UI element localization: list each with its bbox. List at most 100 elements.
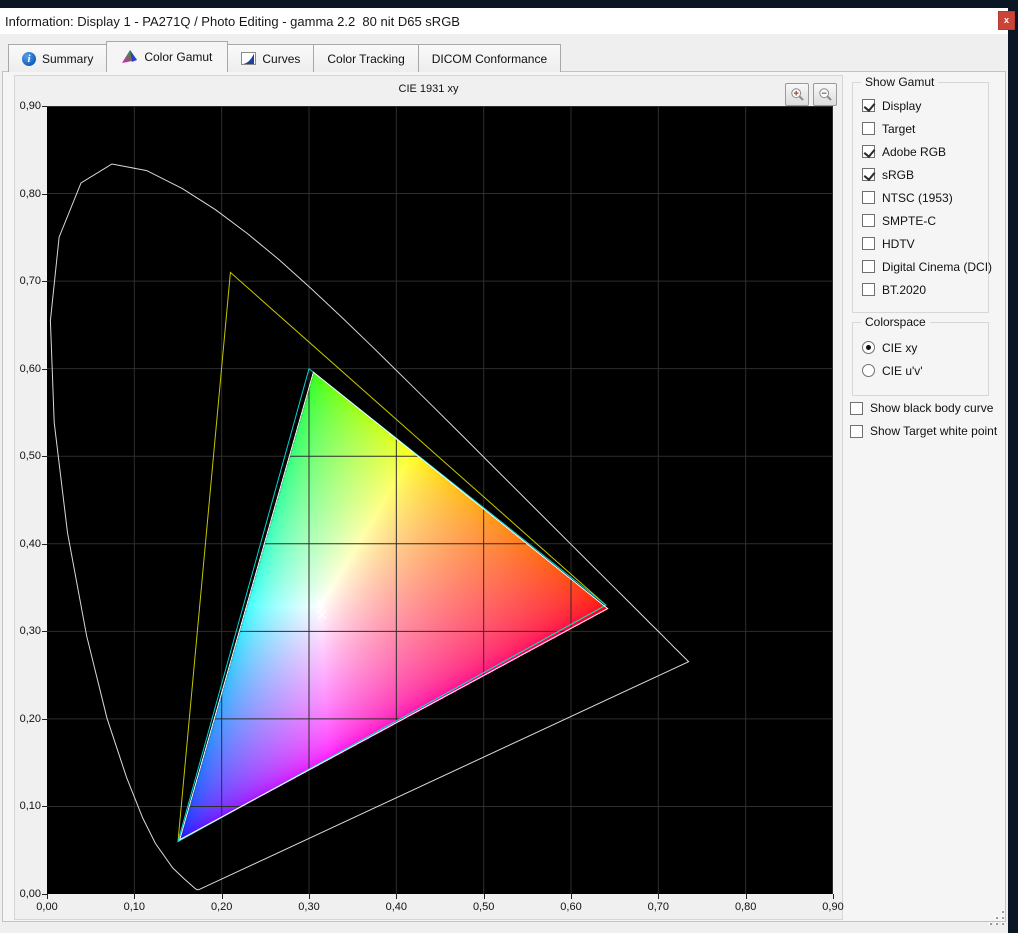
checkbox-label: Digital Cinema (DCI) <box>882 260 992 274</box>
checkbox <box>862 260 875 273</box>
white-point-marker-display-white <box>315 598 323 606</box>
checkbox-adobe-rgb[interactable]: Adobe RGB <box>862 145 984 158</box>
x-axis-tick <box>47 894 48 899</box>
window-titlebar[interactable]: Information: Display 1 - PA271Q / Photo … <box>0 8 1008 34</box>
zoom-in-icon <box>790 87 805 102</box>
y-axis-tick-label: 0,70 <box>15 275 41 287</box>
checkbox <box>862 191 875 204</box>
zoom-out-button[interactable] <box>813 83 837 106</box>
zoom-out-icon <box>818 87 833 102</box>
x-axis-tick-label: 0,50 <box>469 901 499 913</box>
y-axis-tick <box>42 456 47 457</box>
radio-cie-xy[interactable]: CIE xy <box>862 341 984 354</box>
gamut-plot-area[interactable] <box>47 106 833 894</box>
checkbox <box>850 402 863 415</box>
x-axis-tick-label: 0,40 <box>381 901 411 913</box>
checkbox <box>862 145 875 158</box>
radio-cie-uv[interactable]: CIE u'v' <box>862 364 984 377</box>
y-axis-tick-label: 0,10 <box>15 800 41 812</box>
checkbox-srgb[interactable]: sRGB <box>862 168 984 181</box>
x-axis-tick-label: 0,90 <box>818 901 848 913</box>
x-axis-tick-label: 0,00 <box>32 901 62 913</box>
checkbox-label: sRGB <box>882 168 914 182</box>
checkbox-label: Show Target white point <box>870 424 997 438</box>
spectral-locus <box>50 164 688 890</box>
y-axis-tick-label: 0,80 <box>15 188 41 200</box>
gamut-triangle-icon <box>122 50 138 64</box>
tab-dicom-conformance[interactable]: DICOM Conformance <box>418 44 561 72</box>
y-axis-tick <box>42 106 47 107</box>
checkbox-ntsc[interactable]: NTSC (1953) <box>862 191 984 204</box>
group-label: Colorspace <box>861 315 930 329</box>
tab-label: Summary <box>42 52 93 66</box>
checkbox <box>862 122 875 135</box>
y-axis-tick <box>42 369 47 370</box>
chromaticity-chart: CIE 1931 xy 0,000,100,200,300,400,500,60… <box>14 75 843 920</box>
window-right-border <box>1008 0 1018 933</box>
checkbox-label: NTSC (1953) <box>882 191 953 205</box>
checkbox-digital-cinema[interactable]: Digital Cinema (DCI) <box>862 260 984 273</box>
window-top-border <box>0 0 1018 8</box>
checkbox-label: SMPTE-C <box>882 214 936 228</box>
y-axis-tick-label: 0,90 <box>15 100 41 112</box>
checkbox-hdtv[interactable]: HDTV <box>862 237 984 250</box>
checkbox <box>862 168 875 181</box>
curves-icon <box>241 52 256 65</box>
y-axis-tick-label: 0,30 <box>15 625 41 637</box>
tab-bar: i Summary Color Gamut Curves <box>8 41 560 72</box>
checkbox-target[interactable]: Target <box>862 122 984 135</box>
checkbox-bt2020[interactable]: BT.2020 <box>862 283 984 296</box>
zoom-in-button[interactable] <box>785 83 809 106</box>
tab-color-tracking[interactable]: Color Tracking <box>313 44 418 72</box>
y-axis-tick <box>42 719 47 720</box>
gamut-outline-srgb <box>178 369 606 842</box>
gamut-outline-adobe-rgb <box>178 272 606 841</box>
radio-button <box>862 364 875 377</box>
white-point-marker-target-white <box>318 610 326 618</box>
close-button[interactable]: x <box>998 11 1015 30</box>
gamut-outline-display <box>180 372 608 840</box>
y-axis-tick <box>42 806 47 807</box>
checkbox-smpte-c[interactable]: SMPTE-C <box>862 214 984 227</box>
x-axis-tick-label: 0,80 <box>731 901 761 913</box>
checkbox <box>862 99 875 112</box>
y-axis-tick-label: 0,20 <box>15 713 41 725</box>
tab-color-gamut[interactable]: Color Gamut <box>106 41 228 72</box>
show-gamut-group: Show Gamut Display Target Adobe RGB sRGB… <box>852 82 989 313</box>
x-axis-tick <box>658 894 659 899</box>
radio-button <box>862 341 875 354</box>
checkbox-label: Display <box>882 99 921 113</box>
tab-label: Color Tracking <box>327 52 404 66</box>
checkbox-target-white-point[interactable]: Show Target white point <box>850 424 997 438</box>
x-axis-tick-label: 0,60 <box>556 901 586 913</box>
y-axis-tick <box>42 631 47 632</box>
y-axis-tick-label: 0,60 <box>15 363 41 375</box>
y-axis-tick <box>42 544 47 545</box>
checkbox <box>862 214 875 227</box>
x-axis-tick <box>134 894 135 899</box>
info-icon: i <box>22 52 36 66</box>
checkbox-label: Adobe RGB <box>882 145 946 159</box>
tab-curves[interactable]: Curves <box>227 44 314 72</box>
checkbox-label: BT.2020 <box>882 283 926 297</box>
y-axis-tick-label: 0,40 <box>15 538 41 550</box>
x-axis-tick <box>484 894 485 899</box>
resize-grip[interactable] <box>989 910 1006 927</box>
x-axis-tick <box>833 894 834 899</box>
tab-summary[interactable]: i Summary <box>8 44 107 72</box>
y-axis-tick-label: 0,50 <box>15 450 41 462</box>
checkbox-black-body-curve[interactable]: Show black body curve <box>850 401 993 415</box>
tab-label: DICOM Conformance <box>432 52 547 66</box>
colorspace-group: Colorspace CIE xy CIE u'v' <box>852 322 989 396</box>
checkbox <box>850 425 863 438</box>
checkbox-display[interactable]: Display <box>862 99 984 112</box>
x-axis-tick <box>396 894 397 899</box>
checkbox-label: Show black body curve <box>870 401 993 415</box>
checkbox <box>862 237 875 250</box>
window-title: Information: Display 1 - PA271Q / Photo … <box>0 14 460 29</box>
x-axis-tick-label: 0,20 <box>207 901 237 913</box>
x-axis-tick <box>746 894 747 899</box>
y-axis-tick-label: 0,00 <box>15 888 41 900</box>
y-axis-tick <box>42 894 47 895</box>
gamut-overlay <box>47 106 833 894</box>
